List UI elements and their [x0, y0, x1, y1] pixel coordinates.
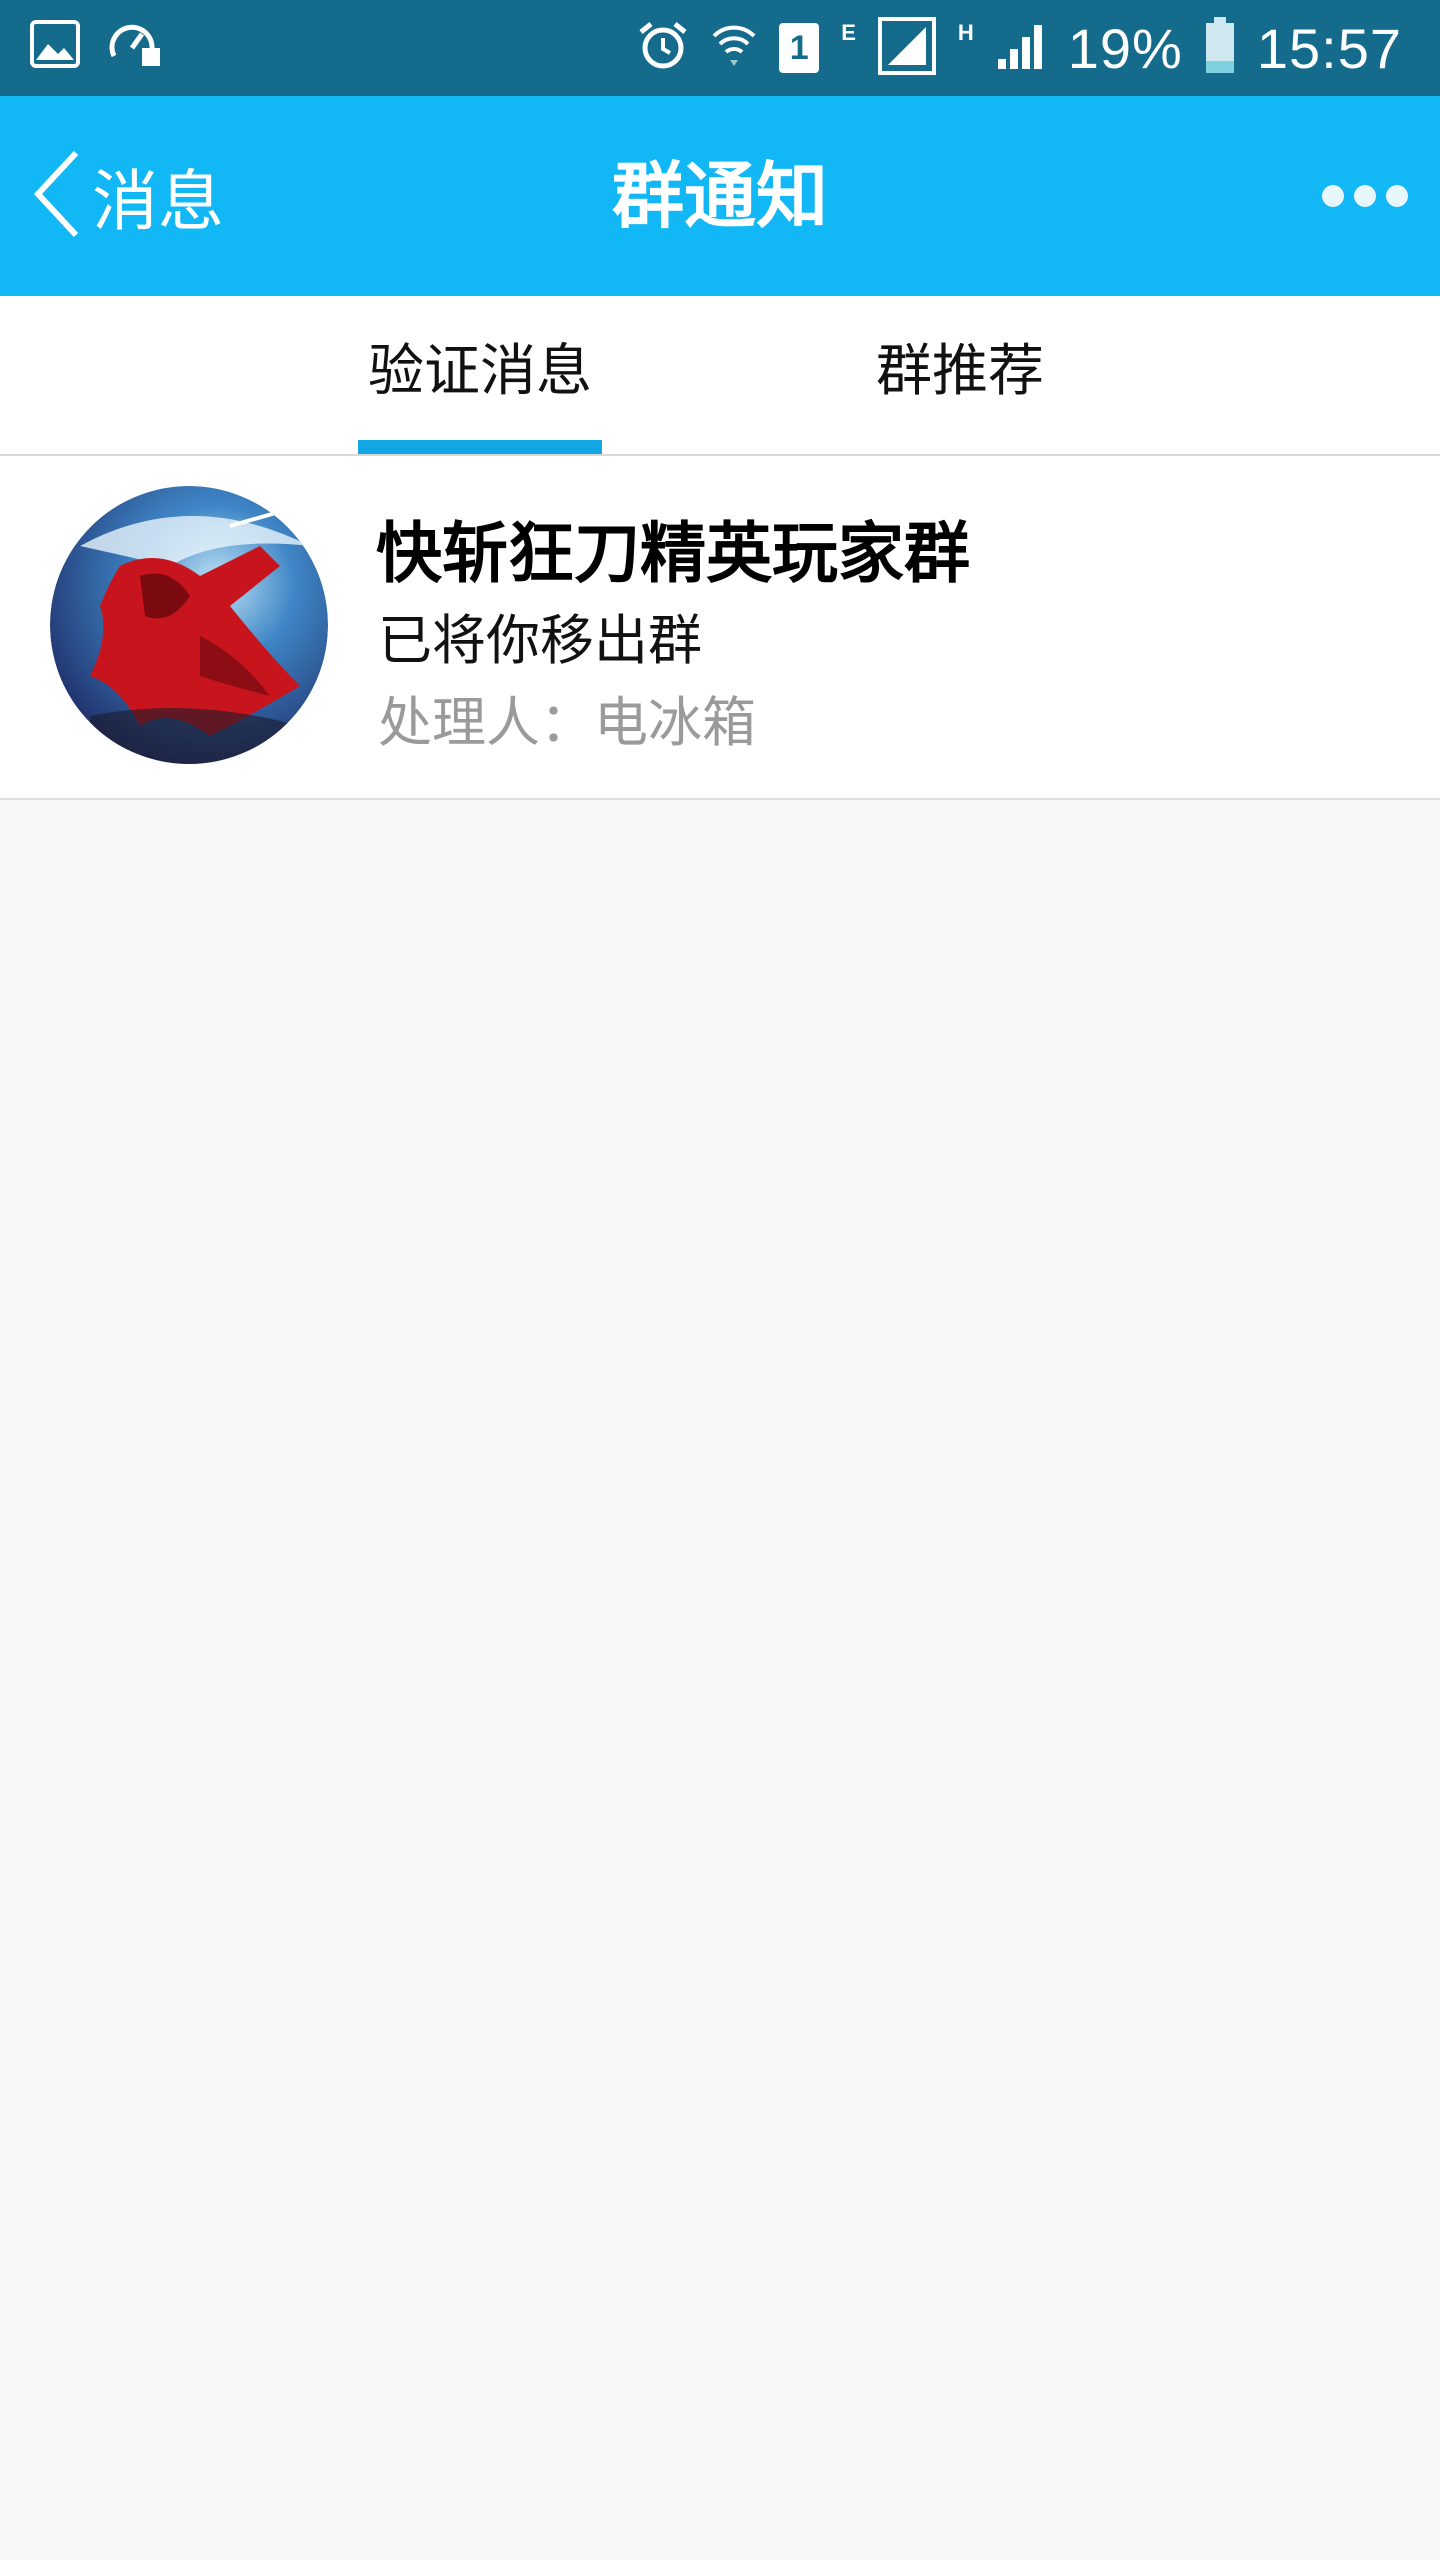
- signal-icon: [877, 17, 936, 79]
- title-bar: 消息 群通知: [0, 96, 1440, 296]
- signal-icon: [996, 21, 1046, 75]
- battery-icon: [1205, 17, 1235, 79]
- status-bar: 1 E H 19% 15:57: [0, 0, 1440, 96]
- alarm-icon: [637, 20, 689, 76]
- page-title: 群通知: [611, 154, 828, 238]
- tab-group-recommend[interactable]: 群推荐: [840, 296, 1080, 454]
- tab-verification[interactable]: 验证消息: [358, 296, 602, 454]
- tab-bar: 验证消息 群推荐: [0, 296, 1440, 456]
- more-dots-icon: [1354, 185, 1376, 207]
- wifi-icon: [711, 20, 757, 76]
- network-type-label: H: [957, 20, 974, 45]
- more-options-button[interactable]: [1322, 96, 1408, 296]
- battery-percent: 19%: [1067, 16, 1183, 80]
- active-tab-indicator: [358, 440, 602, 454]
- notification-message: 已将你移出群: [378, 609, 702, 672]
- avatar[interactable]: [50, 486, 328, 764]
- image-icon: [30, 20, 80, 72]
- list-item[interactable]: 快斩狂刀精英玩家群 已将你移出群 处理人：电冰箱: [0, 456, 1440, 800]
- sim-icon: 1: [779, 23, 820, 73]
- network-type-label: E: [841, 20, 856, 45]
- more-dots-icon: [1322, 185, 1344, 207]
- group-name: 快斩狂刀精英玩家群: [376, 515, 970, 592]
- clock: 15:57: [1256, 16, 1402, 80]
- handler-text: 处理人：电冰箱: [378, 691, 756, 754]
- more-dots-icon: [1386, 185, 1408, 207]
- gauge-icon: [108, 20, 162, 72]
